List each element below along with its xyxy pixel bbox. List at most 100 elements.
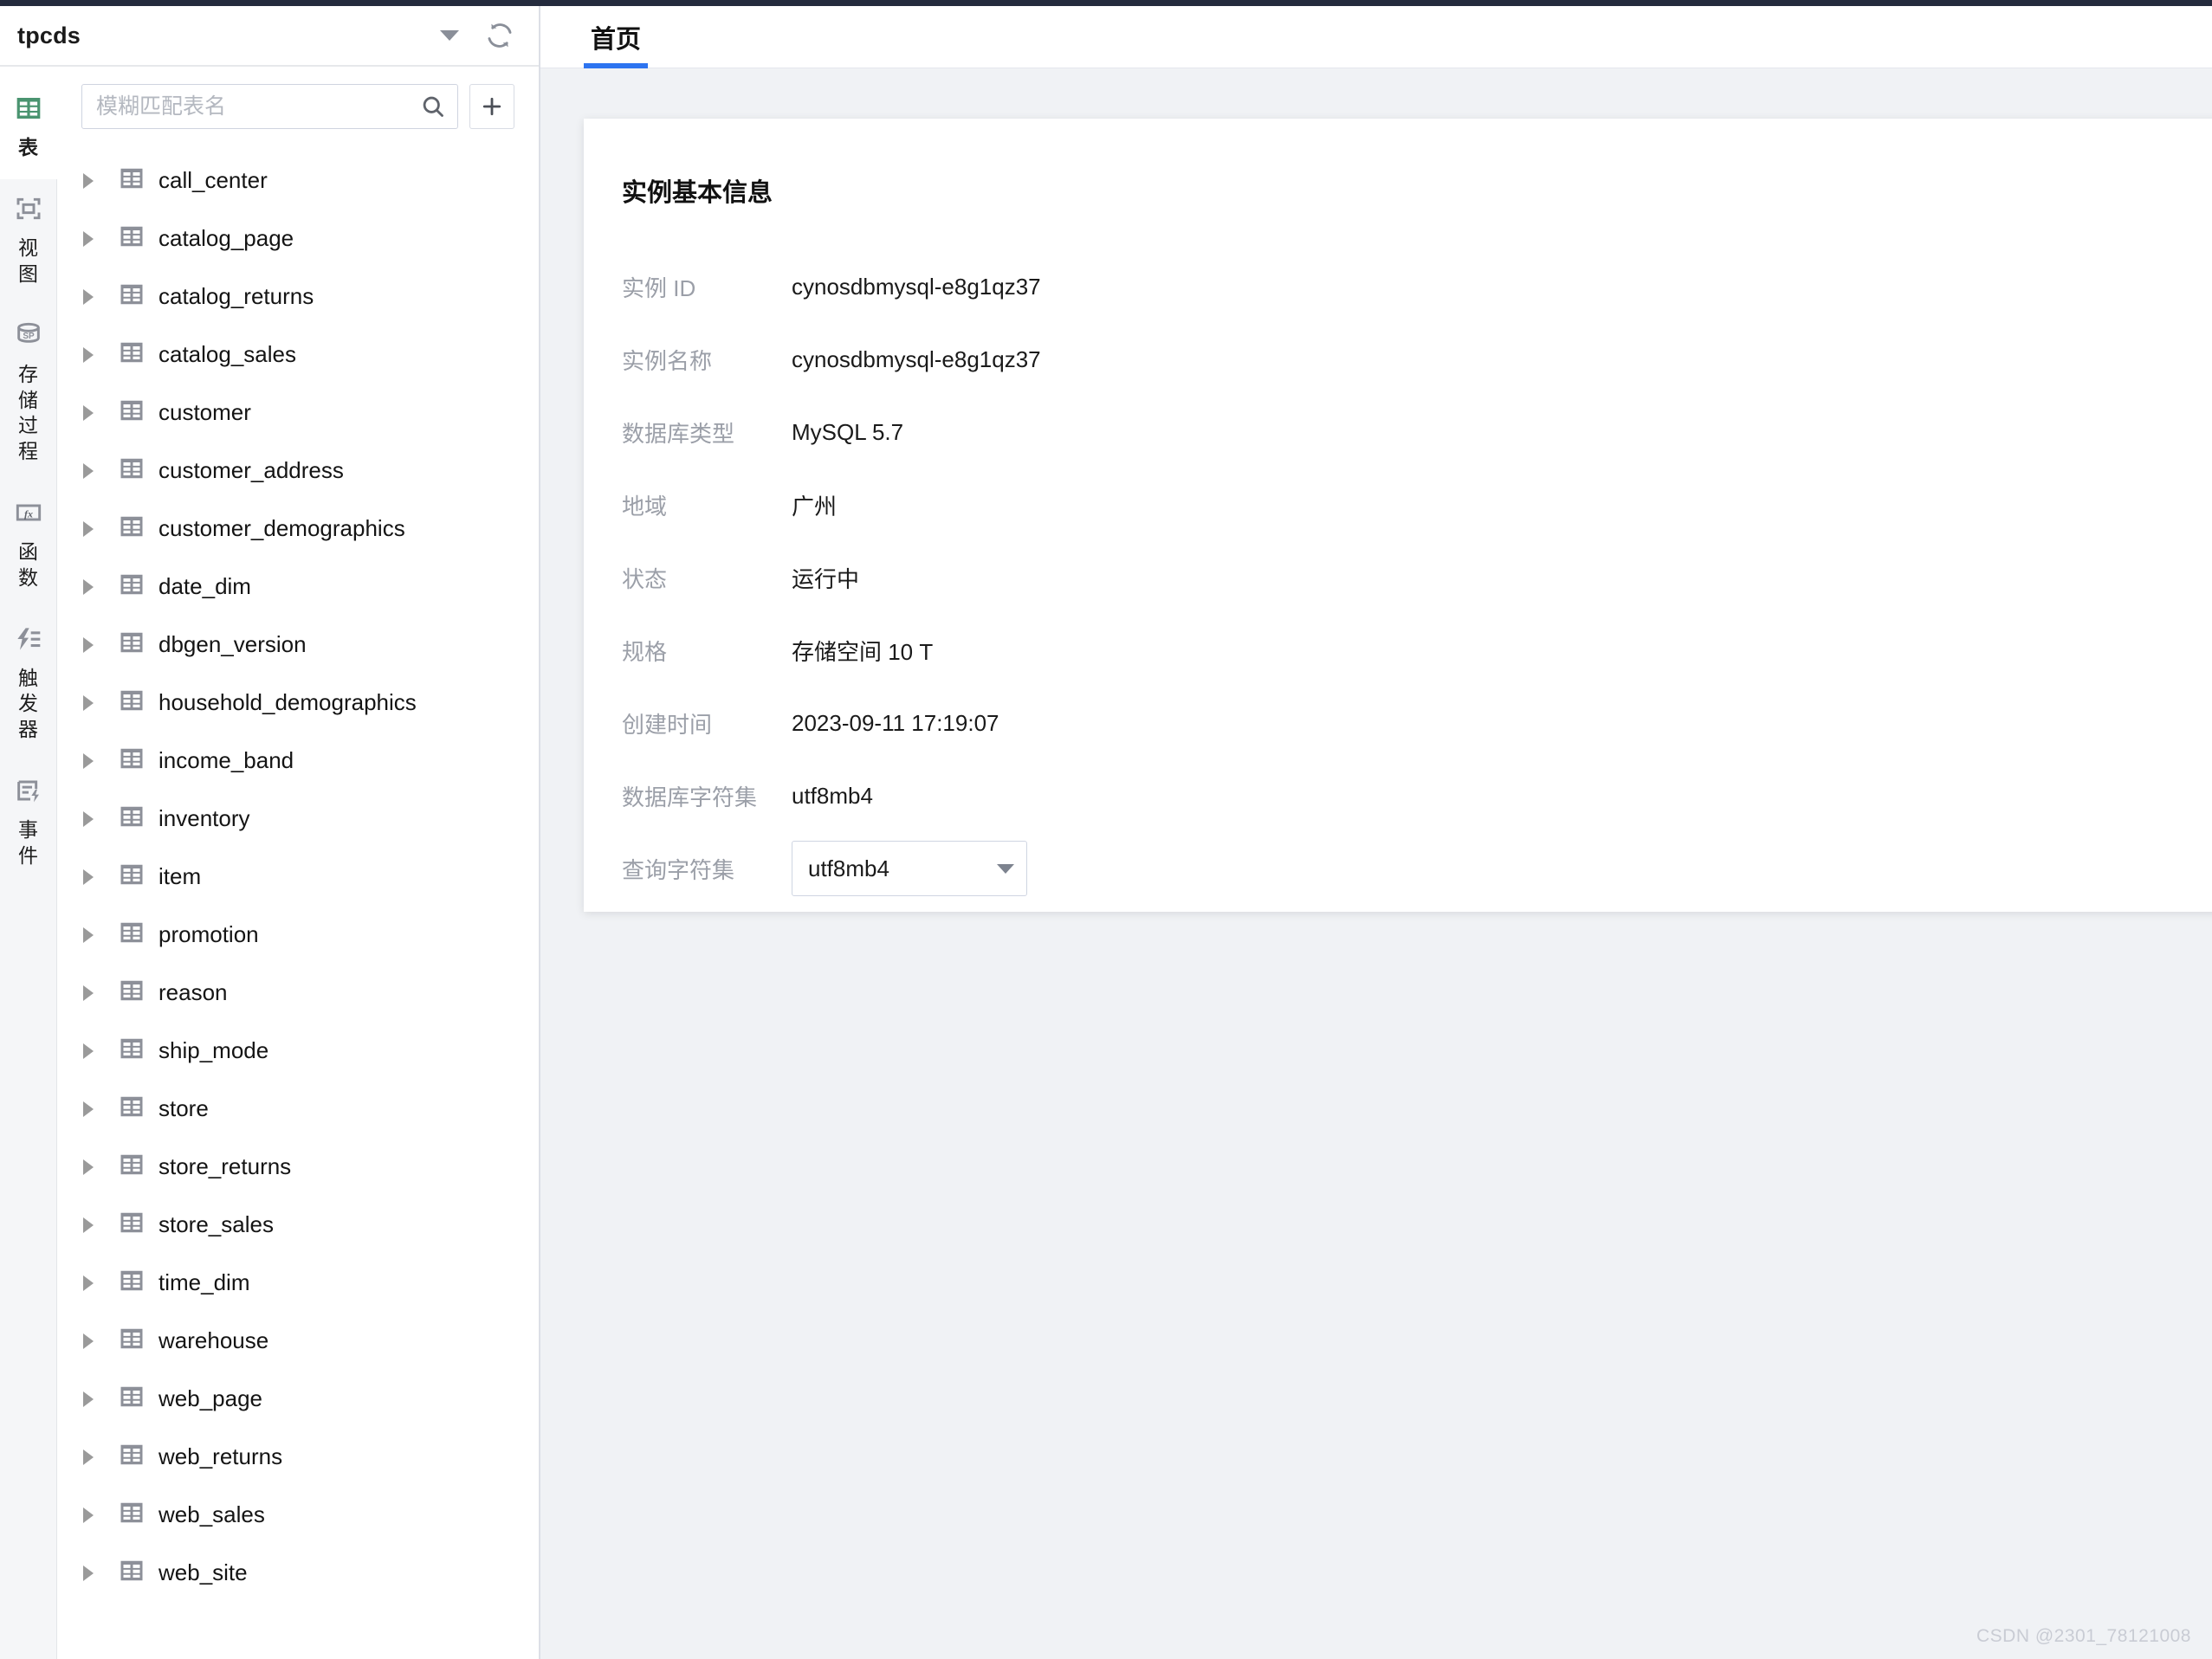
info-label: 规格 [622, 638, 668, 665]
table-list-item[interactable]: catalog_returns [57, 268, 539, 326]
table-name-label: date_dim [158, 573, 251, 599]
expand-arrow-icon[interactable] [83, 346, 94, 363]
table-list-column: call_center catalog_page catalog_returnsca… [57, 67, 539, 1659]
table-icon [119, 571, 145, 602]
expand-arrow-icon[interactable] [83, 810, 94, 827]
table-icon [119, 1094, 145, 1124]
table-list-item[interactable]: household_demographics [57, 674, 539, 732]
table-list-item[interactable]: item [57, 848, 539, 906]
table-icon [119, 1326, 145, 1356]
expand-arrow-icon[interactable] [83, 462, 94, 479]
tab-bar: 首页 [540, 6, 2212, 68]
info-value: MySQL 5.7 [792, 418, 904, 445]
sidebar-item-label: 触发器 [18, 666, 38, 740]
expand-arrow-icon[interactable] [83, 520, 94, 537]
sidebar-item-views[interactable]: 视图 [0, 179, 57, 307]
expand-arrow-icon[interactable] [83, 984, 94, 1001]
table-list-item[interactable]: store_sales [57, 1196, 539, 1254]
table-list-item[interactable]: web_returns [57, 1428, 539, 1486]
table-icon [119, 687, 145, 718]
expand-arrow-icon[interactable] [83, 636, 94, 653]
expand-arrow-icon[interactable] [83, 1449, 94, 1465]
table-list-item[interactable]: customer_address [57, 442, 539, 500]
table-list-item[interactable]: store [57, 1080, 539, 1138]
expand-arrow-icon[interactable] [83, 926, 94, 943]
sidebar-item-label: 存储过程 [18, 363, 38, 462]
add-table-button[interactable] [469, 84, 514, 129]
table-list-item[interactable]: catalog_sales [57, 326, 539, 384]
table-list-item[interactable]: inventory [57, 790, 539, 848]
refresh-icon[interactable] [485, 21, 514, 50]
table-list-item[interactable]: promotion [57, 906, 539, 964]
table-name-label: catalog_page [158, 225, 294, 251]
table-list-item[interactable]: web_sales [57, 1486, 539, 1544]
expand-arrow-icon[interactable] [83, 868, 94, 885]
expand-arrow-icon[interactable] [83, 1333, 94, 1349]
expand-arrow-icon[interactable] [83, 172, 94, 189]
table-list-item[interactable]: customer [57, 384, 539, 442]
table-icon [119, 1500, 145, 1530]
search-icon[interactable] [421, 94, 445, 119]
stored-procedure-icon: SP [15, 321, 42, 353]
sidebar-item-tables[interactable]: 表 [0, 79, 57, 180]
table-list-item[interactable]: call_center [57, 152, 539, 210]
info-label: 创建时间 [622, 711, 713, 738]
table-tree[interactable]: call_center catalog_page catalog_returns ca… [57, 145, 539, 1659]
expand-arrow-icon[interactable] [83, 694, 94, 711]
table-list-item[interactable]: time_dim [57, 1254, 539, 1312]
sidebar-item-label: 函数 [18, 540, 38, 589]
table-icon [119, 920, 145, 950]
chevron-down-icon[interactable] [440, 30, 459, 41]
table-name-label: customer [158, 399, 251, 425]
expand-arrow-icon[interactable] [83, 1565, 94, 1581]
search-box[interactable] [81, 84, 458, 129]
table-name-label: web_returns [158, 1443, 283, 1469]
table-name-label: store_sales [158, 1211, 274, 1237]
sidebar-item-stored-procedures[interactable]: SP 存储过程 [0, 306, 57, 484]
table-list-item[interactable]: store_returns [57, 1138, 539, 1196]
info-row: 数据库类型 MySQL 5.7 [584, 396, 2212, 468]
sidebar-item-events[interactable]: 事件 [0, 761, 57, 888]
table-name-label: time_dim [158, 1269, 250, 1295]
expand-arrow-icon[interactable] [83, 1159, 94, 1175]
object-type-rail: 表 视图 SP 存储过程 fx 函数 触发器 事件 [0, 67, 57, 1659]
table-list-item[interactable]: date_dim [57, 558, 539, 616]
table-list-item[interactable]: dbgen_version [57, 616, 539, 674]
function-icon: fx [15, 499, 42, 531]
info-label: 数据库类型 [622, 420, 735, 447]
rail-filler [0, 888, 57, 1659]
table-name-label: promotion [158, 921, 259, 947]
info-label: 实例 ID [622, 274, 696, 301]
table-list-item[interactable]: ship_mode [57, 1022, 539, 1080]
expand-arrow-icon[interactable] [83, 1507, 94, 1523]
expand-arrow-icon[interactable] [83, 230, 94, 247]
expand-arrow-icon[interactable] [83, 1217, 94, 1233]
table-list-item[interactable]: customer_demographics [57, 500, 539, 558]
table-icon [119, 1210, 145, 1240]
table-list-item[interactable]: catalog_page [57, 210, 539, 268]
info-label: 实例名称 [622, 347, 713, 374]
expand-arrow-icon[interactable] [83, 404, 94, 421]
table-list-item[interactable]: income_band [57, 732, 539, 790]
table-list-item[interactable]: reason [57, 964, 539, 1022]
tab-home[interactable]: 首页 [584, 19, 649, 68]
expand-arrow-icon[interactable] [83, 1043, 94, 1059]
query-charset-select[interactable]: utf8mb4 [792, 841, 1027, 896]
expand-arrow-icon[interactable] [83, 1275, 94, 1291]
expand-arrow-icon[interactable] [83, 1391, 94, 1407]
sidebar-item-functions[interactable]: fx 函数 [0, 483, 57, 610]
expand-arrow-icon[interactable] [83, 1101, 94, 1117]
table-icon [119, 1442, 145, 1472]
table-list-item[interactable]: web_site [57, 1544, 539, 1602]
expand-arrow-icon[interactable] [83, 288, 94, 305]
table-name-label: dbgen_version [158, 631, 307, 657]
table-icon [119, 455, 145, 486]
search-input[interactable] [96, 94, 411, 119]
expand-arrow-icon[interactable] [83, 578, 94, 595]
table-list-item[interactable]: warehouse [57, 1312, 539, 1370]
sidebar-item-triggers[interactable]: 触发器 [0, 609, 57, 762]
content-area: 实例基本信息 实例 ID cynosdbmysql-e8g1qz37 实例名称 cyn… [540, 68, 2212, 1659]
table-list-item[interactable]: web_page [57, 1370, 539, 1428]
table-icon [119, 746, 145, 776]
expand-arrow-icon[interactable] [83, 752, 94, 769]
